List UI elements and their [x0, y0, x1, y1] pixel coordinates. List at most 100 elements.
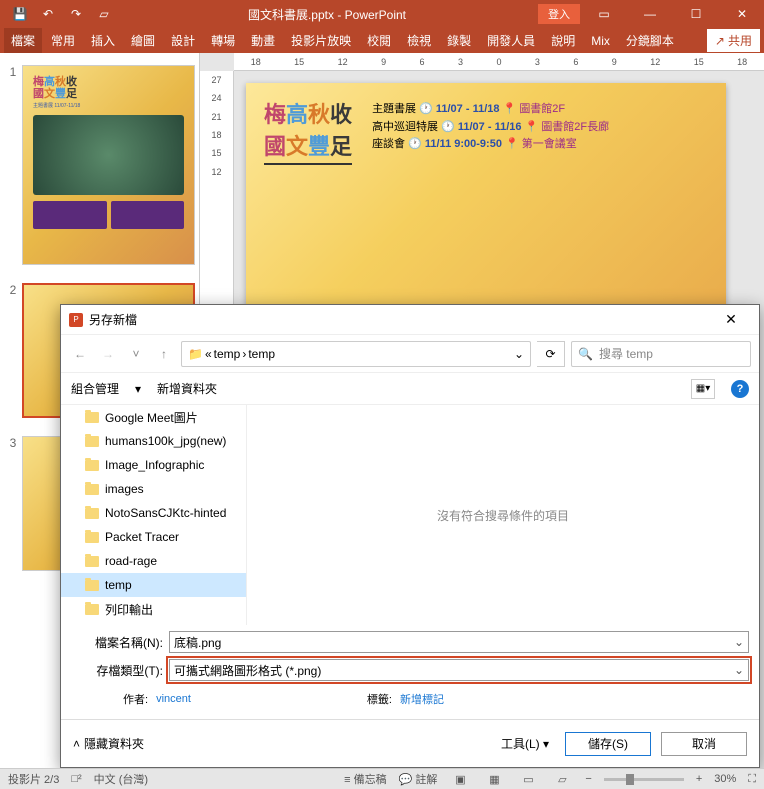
chevron-up-icon: ˄ — [73, 737, 80, 751]
tab-file[interactable]: 檔案 — [4, 28, 42, 53]
powerpoint-icon: P — [69, 313, 83, 327]
help-icon[interactable]: ? — [731, 380, 749, 398]
minimize-icon[interactable]: — — [628, 0, 672, 28]
dialog-body: Google Meet圖片 humans100k_jpg(new) Image_… — [61, 405, 759, 625]
tags-label: 標籤: — [367, 691, 392, 707]
folder-icon — [85, 604, 99, 615]
path-segment[interactable]: temp — [214, 347, 241, 361]
tree-item[interactable]: Image_Infographic — [61, 453, 246, 477]
tools-dropdown[interactable]: 工具(L) ▾ — [495, 733, 555, 754]
tab-slideshow[interactable]: 投影片放映 — [284, 28, 358, 53]
thumb-number: 3 — [4, 436, 22, 571]
breadcrumb[interactable]: 📁 « temp › temp ⌄ — [181, 341, 531, 367]
new-folder-button[interactable]: 新增資料夾 — [157, 380, 217, 397]
back-icon[interactable]: ← — [69, 343, 91, 365]
tree-item[interactable]: humans100k_jpg(new) — [61, 429, 246, 453]
tree-item[interactable]: road-rage — [61, 549, 246, 573]
up-icon[interactable]: ˅ — [125, 343, 147, 365]
slideshow-view-icon[interactable]: ▱ — [551, 771, 573, 787]
reading-view-icon[interactable]: ▭ — [517, 771, 539, 787]
filetype-dropdown[interactable]: 可攜式網路圖形格式 (*.png) — [169, 659, 749, 681]
tree-item[interactable]: 列印輸出 — [61, 597, 246, 621]
share-button[interactable]: ↗ 共用 — [707, 29, 760, 52]
thumb-number: 1 — [4, 65, 22, 265]
tab-record[interactable]: 錄製 — [440, 28, 478, 53]
sorter-view-icon[interactable]: ▦ — [483, 771, 505, 787]
dialog-nav: ← → ˅ ↑ 📁 « temp › temp ⌄ ⟳ 🔍 搜尋 temp — [61, 335, 759, 373]
tab-design[interactable]: 設計 — [164, 28, 202, 53]
tab-draw[interactable]: 繪圖 — [124, 28, 162, 53]
undo-icon[interactable]: ↶ — [36, 2, 60, 26]
horizontal-ruler: 1815129630369121518 — [234, 53, 764, 71]
tab-storyboard[interactable]: 分鏡腳本 — [619, 28, 681, 53]
parent-icon[interactable]: ↑ — [153, 343, 175, 365]
zoom-slider[interactable] — [604, 778, 684, 781]
tree-item[interactable]: images — [61, 477, 246, 501]
filename-input[interactable]: 底稿.png — [169, 631, 749, 653]
language-button[interactable]: 中文 (台灣) — [94, 771, 148, 787]
tab-help[interactable]: 說明 — [544, 28, 582, 53]
statusbar: 投影片 2/3 □² 中文 (台灣) ≡ 備忘稿 💬 註解 ▣ ▦ ▭ ▱ − … — [0, 768, 764, 789]
normal-view-icon[interactable]: ▣ — [449, 771, 471, 787]
tags-value[interactable]: 新增標記 — [400, 691, 444, 707]
dialog-footer: ˄隱藏資料夾 工具(L) ▾ 儲存(S) 取消 — [61, 719, 759, 767]
tab-home[interactable]: 常用 — [44, 28, 82, 53]
folder-icon — [85, 580, 99, 591]
dialog-titlebar: P 另存新檔 ✕ — [61, 305, 759, 335]
search-placeholder: 搜尋 temp — [599, 345, 653, 362]
titlebar: 💾 ↶ ↷ ▱ 國文科書展.pptx - PowerPoint 登入 ▭ — ☐… — [0, 0, 764, 28]
fit-window-icon[interactable]: ⛶ — [748, 773, 756, 786]
author-label: 作者: — [123, 691, 148, 707]
view-options-icon[interactable]: ▦▾ — [691, 379, 715, 399]
tab-review[interactable]: 校閱 — [360, 28, 398, 53]
tab-transitions[interactable]: 轉場 — [204, 28, 242, 53]
maximize-icon[interactable]: ☐ — [674, 0, 718, 28]
start-slideshow-icon[interactable]: ▱ — [92, 2, 116, 26]
forward-icon[interactable]: → — [97, 343, 119, 365]
tab-insert[interactable]: 插入 — [84, 28, 122, 53]
tree-item[interactable]: NotoSansCJKtc-hinted — [61, 501, 246, 525]
folder-icon — [85, 484, 99, 495]
organize-dropdown[interactable]: 組合管理 — [71, 380, 119, 397]
folder-icon — [85, 460, 99, 471]
dialog-toolbar: 組合管理▾ 新增資料夾 ▦▾ ? — [61, 373, 759, 405]
login-button[interactable]: 登入 — [538, 4, 580, 24]
close-icon[interactable]: ✕ — [711, 311, 751, 328]
save-button[interactable]: 儲存(S) — [565, 732, 651, 756]
dialog-title: 另存新檔 — [89, 311, 137, 328]
tab-animations[interactable]: 動畫 — [244, 28, 282, 53]
spell-check-icon[interactable]: □² — [71, 773, 81, 785]
path-segment[interactable]: temp — [248, 347, 275, 361]
folder-tree: Google Meet圖片 humans100k_jpg(new) Image_… — [61, 405, 247, 625]
notes-button[interactable]: ≡ 備忘稿 — [344, 771, 386, 787]
ribbon-tabs: 檔案 常用 插入 繪圖 設計 轉場 動畫 投影片放映 校閱 檢視 錄製 開發人員… — [0, 28, 764, 53]
tab-view[interactable]: 檢視 — [400, 28, 438, 53]
save-icon[interactable]: 💾 — [8, 2, 32, 26]
tab-mix[interactable]: Mix — [584, 30, 617, 52]
search-icon: 🔍 — [578, 347, 593, 361]
thumb-number: 2 — [4, 283, 22, 418]
tree-item[interactable]: Packet Tracer — [61, 525, 246, 549]
filetype-label: 存檔類型(T): — [71, 662, 163, 679]
search-input[interactable]: 🔍 搜尋 temp — [571, 341, 751, 367]
folder-icon — [85, 436, 99, 447]
author-value[interactable]: vincent — [156, 693, 191, 705]
tab-developer[interactable]: 開發人員 — [480, 28, 542, 53]
tree-item[interactable]: Google Meet圖片 — [61, 405, 246, 429]
ribbon-display-icon[interactable]: ▭ — [582, 0, 626, 28]
filename-label: 檔案名稱(N): — [71, 634, 163, 651]
comments-button[interactable]: 💬 註解 — [399, 771, 438, 787]
redo-icon[interactable]: ↷ — [64, 2, 88, 26]
folder-icon: 📁 — [188, 347, 203, 361]
document-title: 國文科書展.pptx - PowerPoint — [116, 6, 538, 23]
save-as-dialog: P 另存新檔 ✕ ← → ˅ ↑ 📁 « temp › temp ⌄ ⟳ 🔍 搜… — [60, 304, 760, 768]
zoom-level[interactable]: 30% — [714, 773, 736, 785]
slide-thumb-1[interactable]: 1 梅高秋收 國文豐足 主題書展 11/07-11/18 — [4, 65, 195, 265]
folder-icon — [85, 556, 99, 567]
slide-count: 投影片 2/3 — [8, 771, 59, 787]
tree-item-selected[interactable]: temp — [61, 573, 246, 597]
close-window-icon[interactable]: ✕ — [720, 0, 764, 28]
refresh-icon[interactable]: ⟳ — [537, 341, 565, 367]
hide-folders-toggle[interactable]: ˄隱藏資料夾 — [73, 735, 144, 752]
cancel-button[interactable]: 取消 — [661, 732, 747, 756]
